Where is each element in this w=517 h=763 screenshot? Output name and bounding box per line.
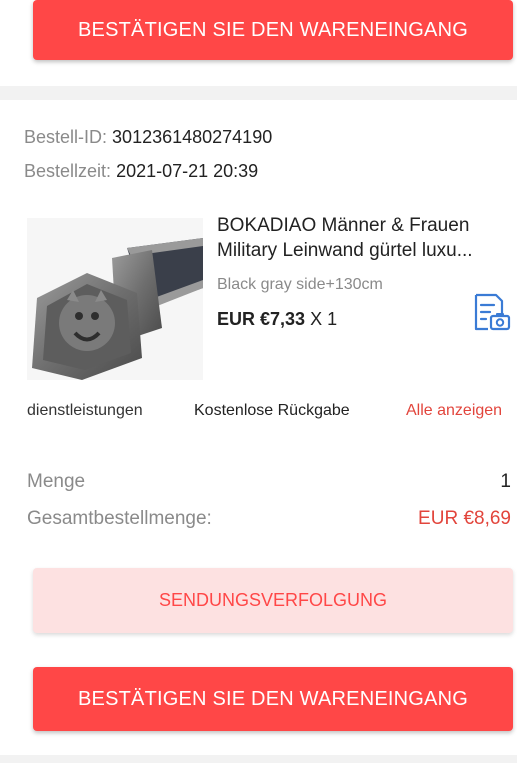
total-value: EUR €8,69 bbox=[418, 508, 511, 529]
order-time-value: 2021-07-21 20:39 bbox=[116, 161, 259, 181]
order-id-value: 3012361480274190 bbox=[112, 127, 273, 147]
product-image[interactable] bbox=[27, 218, 203, 380]
order-time-label: Bestellzeit: bbox=[24, 161, 112, 181]
services-value: Kostenlose Rückgabe bbox=[194, 402, 350, 419]
product-variant: Black gray side+130cm bbox=[217, 276, 383, 293]
product-quantity: X 1 bbox=[310, 309, 338, 329]
quantity-label: Menge bbox=[27, 471, 86, 492]
order-id-label: Bestell-ID: bbox=[24, 127, 108, 147]
section-divider bbox=[0, 86, 517, 100]
product-title-line2: Military Leinwand gürtel luxu... bbox=[217, 240, 473, 261]
services-label: dienstleistungen bbox=[27, 402, 143, 419]
belt-buckle-tiger-image bbox=[27, 218, 203, 380]
total-label: Gesamtbestellmenge: bbox=[27, 508, 212, 529]
quantity-value: 1 bbox=[500, 471, 511, 492]
confirm-receipt-label: BESTÄTIGEN SIE DEN WARENEINGANG bbox=[78, 687, 468, 710]
product-price: EUR €7,33 bbox=[217, 309, 306, 329]
services-show-all-link[interactable]: Alle anzeigen bbox=[406, 402, 502, 420]
product-price-row: EUR €7,33 X 1 bbox=[217, 309, 337, 330]
product-title-line1: BOKADIAO Männer & Frauen bbox=[217, 215, 470, 236]
bottom-divider bbox=[0, 755, 517, 763]
confirm-receipt-button[interactable]: BESTÄTIGEN SIE DEN WARENEINGANG bbox=[33, 667, 513, 731]
product-title[interactable]: BOKADIAO Männer & Frauen Military Leinwa… bbox=[217, 213, 513, 263]
document-camera-icon[interactable] bbox=[470, 291, 512, 333]
tracking-button-label: SENDUNGSVERFOLGUNG bbox=[158, 590, 388, 610]
tracking-button[interactable]: SENDUNGSVERFOLGUNG bbox=[33, 568, 513, 633]
confirm-receipt-button-top[interactable]: BESTÄTIGEN SIE DEN WARENEINGANG bbox=[33, 0, 513, 60]
order-time-row: Bestellzeit: 2021-07-21 20:39 bbox=[24, 161, 258, 182]
confirm-receipt-label: BESTÄTIGEN SIE DEN WARENEINGANG bbox=[78, 18, 468, 41]
order-id-row: Bestell-ID: 3012361480274190 bbox=[24, 127, 272, 148]
